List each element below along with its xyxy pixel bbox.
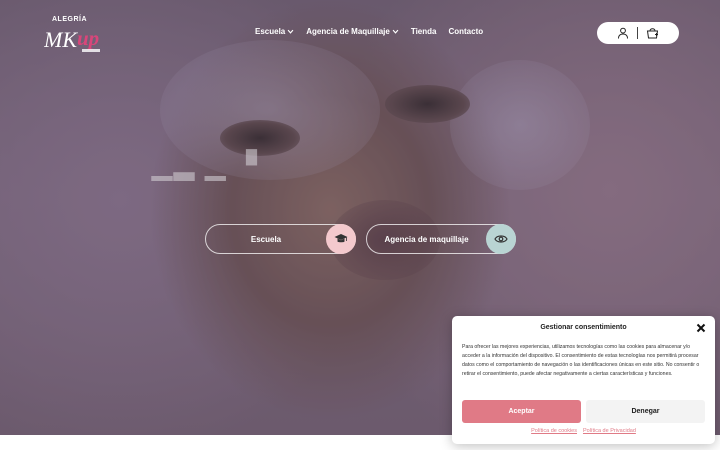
main-navigation: Escuela Agencia de Maquillaje Tienda Con… (255, 27, 483, 36)
graduation-cap-icon (334, 234, 348, 243)
escuela-button-label: Escuela (250, 234, 282, 244)
cookie-consent-dialog: Gestionar consentimiento Para ofrecer la… (452, 316, 715, 444)
deny-button[interactable]: Denegar (586, 400, 705, 423)
nav-item-contacto[interactable]: Contacto (448, 27, 483, 36)
mkup-logo-icon: MK up (44, 26, 100, 52)
nav-item-agencia[interactable]: Agencia de Maquillaje (306, 27, 399, 36)
cart-icon[interactable] (646, 27, 659, 39)
nav-item-label: Agencia de Maquillaje (306, 27, 390, 36)
nav-item-label: Escuela (255, 27, 286, 36)
svg-text:up: up (77, 26, 99, 50)
consent-body-text: Para ofrecer las mejores experiencias, u… (462, 344, 700, 377)
accept-button[interactable]: Aceptar (462, 400, 581, 423)
privacy-policy-link[interactable]: Política de Privacidad (583, 428, 636, 434)
nav-item-escuela[interactable]: Escuela (255, 27, 294, 36)
cookie-policy-link[interactable]: Política de cookies (531, 428, 577, 434)
nav-item-label: Tienda (410, 27, 437, 36)
eye-icon (494, 235, 508, 243)
site-logo[interactable]: ALEGRÍA MK up (44, 16, 116, 54)
close-icon[interactable] (696, 323, 706, 333)
escuela-button[interactable]: Escuela (205, 224, 356, 254)
consent-title: Gestionar consentimiento (540, 324, 627, 331)
cta-icon-circle (486, 224, 516, 254)
agencia-maquillaje-button[interactable]: Agencia de maquillaje (366, 224, 516, 254)
cta-icon-circle (326, 224, 356, 254)
user-icon[interactable] (617, 27, 629, 39)
chevron-down-icon (392, 29, 399, 34)
agencia-button-label: Agencia de maquillaje (384, 234, 469, 244)
header-actions (597, 22, 679, 44)
svg-text:MK: MK (44, 27, 78, 52)
divider (637, 27, 638, 39)
chevron-down-icon (287, 29, 294, 34)
nav-item-label: Contacto (448, 27, 484, 36)
nav-item-tienda[interactable]: Tienda (411, 27, 437, 36)
consent-links: Política de cookies Política de Privacid… (452, 428, 715, 434)
